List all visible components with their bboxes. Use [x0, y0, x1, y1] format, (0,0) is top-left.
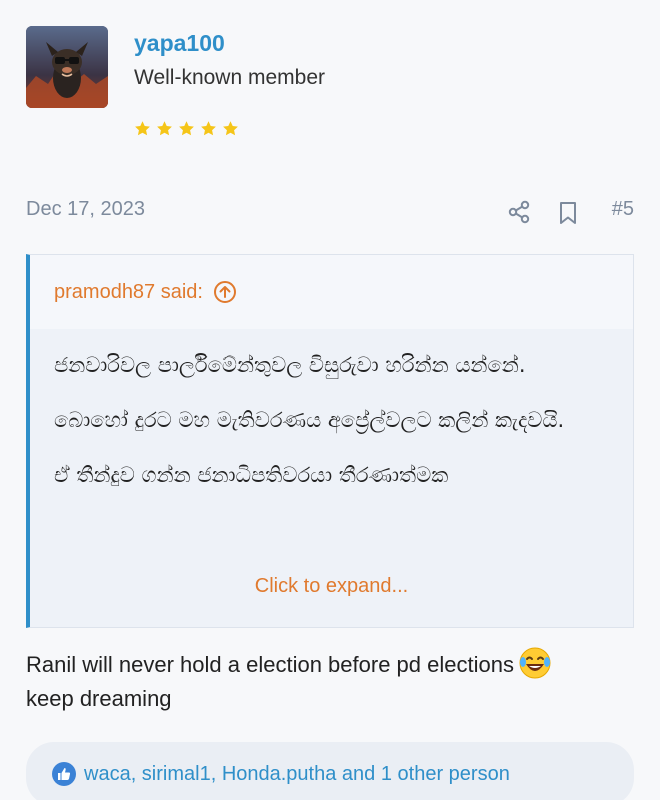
share-icon[interactable]	[506, 199, 532, 225]
arrow-up-circle-icon[interactable]	[213, 280, 237, 304]
like-icon[interactable]	[52, 762, 76, 786]
quote-paragraph: බොහෝ දුරට මහ මැතිවරණය අප්‍රේල්වලට කලින් …	[54, 408, 565, 432]
star-icon	[135, 121, 150, 136]
expand-quote-link[interactable]: Click to expand...	[30, 575, 633, 598]
avatar[interactable]	[26, 26, 108, 108]
star-icon	[201, 121, 216, 136]
user-block: yapa100 Well-known member	[26, 26, 626, 146]
quote-header: pramodh87 said:	[30, 255, 633, 329]
reaction-users-link[interactable]: waca, sirimal1, Honda.putha and 1 other …	[84, 764, 510, 784]
quote-block: pramodh87 said: ජනවාරිවල පාර්ලිමේන්තුවල …	[26, 254, 634, 628]
post-message: Ranil will never hold a election before …	[26, 646, 634, 716]
avatar-image	[26, 26, 108, 108]
quote-body: ජනවාරිවල පාර්ලිමේන්තුවල විසුරුවා හරින්න …	[30, 329, 633, 569]
username[interactable]: yapa100	[134, 30, 225, 57]
quote-fade	[30, 489, 633, 569]
star-icon	[223, 121, 238, 136]
reactions-bar: waca, sirimal1, Honda.putha and 1 other …	[26, 742, 634, 800]
post-date[interactable]: Dec 17, 2023	[26, 198, 145, 221]
bookmark-icon[interactable]	[556, 200, 580, 226]
post-number[interactable]: #5	[612, 198, 634, 221]
star-icon	[157, 121, 172, 136]
quote-paragraph: ජනවාරිවල පාර්ලිමේන්තුවල විසුරුවා හරින්න …	[54, 353, 526, 377]
post-meta: Dec 17, 2023 #5	[26, 196, 634, 230]
member-rating-stars	[134, 120, 239, 137]
star-icon	[179, 121, 194, 136]
laughing-tears-emoji-icon	[519, 647, 551, 679]
quote-author[interactable]: pramodh87 said:	[54, 281, 203, 304]
post-message-line1: Ranil will never hold a election before …	[26, 652, 514, 677]
post-message-line2: keep dreaming	[26, 686, 172, 711]
user-title: Well-known member	[134, 66, 325, 89]
